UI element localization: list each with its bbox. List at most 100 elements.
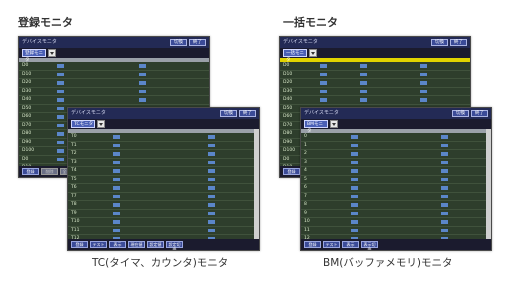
table-row[interactable]: 7 [301, 193, 491, 201]
table-row[interactable]: T2 [68, 150, 259, 159]
table-row[interactable]: D10 [280, 71, 470, 79]
table-row[interactable]: 4 [301, 167, 491, 176]
table-row[interactable]: D20 [280, 79, 470, 88]
table-row[interactable]: 8 [301, 201, 491, 210]
footer-button[interactable]: 削除 [41, 168, 58, 175]
table-row[interactable]: 5 [301, 176, 491, 184]
row-label: T11 [71, 227, 80, 233]
row-label: D0 [283, 63, 290, 68]
chevron-down-icon[interactable] [97, 120, 105, 128]
table-row[interactable]: 6 [301, 184, 491, 193]
table-row[interactable]: T6 [68, 184, 259, 193]
value-cell [351, 186, 358, 190]
row-label: 8 [304, 202, 307, 207]
footer-button[interactable]: 登録 [304, 241, 321, 248]
switch-button[interactable]: 切換 [170, 39, 187, 46]
table-row[interactable]: 9 [301, 210, 491, 218]
table-row[interactable]: 3 [301, 159, 491, 167]
value-cell [441, 169, 448, 173]
monitor-type-select[interactable]: 一括モニタ [283, 49, 307, 63]
monitor-type-select[interactable]: BMモニタ [304, 120, 328, 134]
table-row[interactable]: 10 [301, 218, 491, 227]
value-cell [320, 64, 327, 68]
value-cell [113, 211, 120, 215]
table-row[interactable]: T7 [68, 193, 259, 201]
monitor-type-select[interactable]: 登録モニタ [22, 49, 46, 63]
value-cell [208, 169, 215, 173]
footer-button[interactable]: 登録 [22, 168, 39, 175]
switch-button[interactable]: 切換 [431, 39, 448, 46]
table-row[interactable]: D20 [19, 79, 209, 88]
footer-button[interactable]: 登録 [283, 168, 300, 175]
table-row[interactable]: T4 [68, 167, 259, 176]
chevron-down-icon[interactable] [330, 120, 338, 128]
table-row[interactable]: T11 [68, 227, 259, 235]
tc-monitor-window: デバイスモニタ 切換 終了 TCモニタ T0 T1 T2 T3 T4 T5 T6 T7 T8 T9… [67, 107, 260, 251]
title-bar: デバイスモニタ 切換 終了 [280, 37, 470, 48]
switch-button[interactable]: 切換 [220, 110, 237, 117]
table-row[interactable]: D0 [280, 62, 470, 71]
table-row[interactable]: T0 [68, 133, 259, 142]
value-cell [208, 160, 215, 164]
table-row[interactable]: T8 [68, 201, 259, 210]
table-row[interactable]: T9 [68, 210, 259, 218]
value-cell [113, 228, 120, 232]
footer-button[interactable]: 表示切換 [361, 241, 378, 250]
table-row[interactable]: T5 [68, 176, 259, 184]
row-label: D90 [283, 139, 293, 145]
close-button[interactable]: 終了 [189, 39, 206, 46]
footer-button[interactable]: 表示 [109, 241, 126, 248]
row-label: D50 [22, 105, 32, 111]
close-button[interactable]: 終了 [450, 39, 467, 46]
value-cell [420, 72, 427, 76]
row-label: T1 [71, 142, 77, 148]
scrollbar[interactable] [486, 129, 491, 239]
row-label: D70 [283, 122, 293, 128]
batch-monitor-heading: 一括モニタ [283, 16, 338, 29]
table-row[interactable]: D40 [19, 96, 209, 105]
monitor-type-select[interactable]: TCモニタ [71, 120, 95, 128]
table-row[interactable]: D40 [280, 96, 470, 105]
value-cell [57, 106, 64, 110]
value-cell [57, 123, 64, 127]
close-button[interactable]: 終了 [239, 110, 256, 117]
table-row[interactable]: T1 [68, 142, 259, 150]
footer-button[interactable]: 登録 [71, 241, 88, 248]
scrollbar[interactable] [254, 129, 259, 239]
value-cell [113, 186, 120, 190]
value-cell [441, 203, 448, 207]
value-cell [57, 89, 64, 93]
table-row[interactable]: T10 [68, 218, 259, 227]
row-label: D50 [283, 105, 293, 111]
table-row[interactable]: D30 [19, 88, 209, 96]
value-cell [208, 135, 215, 139]
close-button[interactable]: 終了 [471, 110, 488, 117]
table-row[interactable]: T3 [68, 159, 259, 167]
window-title: デバイスモニタ [22, 39, 57, 45]
value-cell [360, 89, 367, 93]
value-cell [441, 211, 448, 215]
footer-button[interactable]: 表示 [342, 241, 359, 248]
row-label: T5 [71, 176, 77, 182]
value-cell [351, 160, 358, 164]
table-row[interactable]: 2 [301, 150, 491, 159]
table-row[interactable]: D0 [19, 62, 209, 71]
table-row[interactable]: D10 [19, 71, 209, 79]
row-label: T7 [71, 193, 77, 199]
switch-button[interactable]: 切換 [452, 110, 469, 117]
footer-button[interactable]: テスト [90, 241, 107, 248]
table-row[interactable]: 0 [301, 133, 491, 142]
value-cell [420, 81, 427, 85]
table-row[interactable]: 11 [301, 227, 491, 235]
footer-button[interactable]: 設定値 [147, 241, 164, 248]
value-cell [320, 98, 327, 102]
table-row[interactable]: D30 [280, 88, 470, 96]
chevron-down-icon[interactable] [48, 49, 56, 57]
table-row[interactable]: 1 [301, 142, 491, 150]
footer-button[interactable]: テスト [323, 241, 340, 248]
footer-button[interactable]: 現在値 [128, 241, 145, 248]
bm-grid: 0123456789101112 [301, 133, 491, 244]
value-cell [351, 228, 358, 232]
footer-button[interactable]: 設定切換 [166, 241, 183, 250]
chevron-down-icon[interactable] [309, 49, 317, 57]
